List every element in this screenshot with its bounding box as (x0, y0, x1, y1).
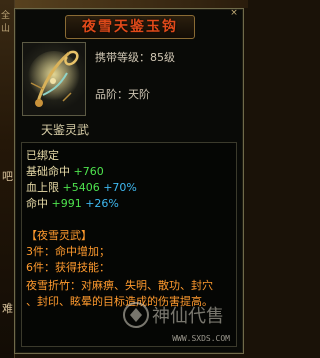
stat-value: +760 (73, 165, 104, 178)
stat-percent: +70% (103, 181, 137, 194)
set-bonus-3: 3件：命中增加； (26, 245, 110, 258)
set-name-header: 天鉴灵武 (41, 123, 90, 137)
stat-label: 血上限 (26, 181, 59, 194)
close-icon[interactable]: × (229, 9, 239, 18)
set-title: 【夜雪灵武】 (26, 229, 92, 242)
background-fragment-top: 全 山 (1, 11, 11, 34)
stat-row-hit: 命中 +991 +26% (26, 195, 119, 211)
stat-percent: +26% (85, 197, 119, 210)
watermark-url: WWW.SXDS.COM (172, 334, 230, 343)
stat-value: +991 (51, 197, 82, 210)
set-bonus-6: 6件：获得技能： (26, 261, 110, 274)
stat-label: 基础命中 (26, 165, 70, 178)
item-icon-frame (22, 42, 86, 116)
stats-block: 已绑定 基础命中 +760 血上限 +5406 +70% 命中 +991 +26… (21, 142, 237, 347)
game-background-left: 全 山 吧 难 (0, 0, 15, 358)
stat-label: 命中 (26, 197, 48, 210)
stat-row-hp: 血上限 +5406 +70% (26, 179, 137, 195)
game-top-bar (0, 0, 248, 8)
carry-level: 携带等级：85级 (95, 51, 175, 64)
stat-value: +5406 (62, 181, 100, 194)
stat-row-base-hit: 基础命中 +760 (26, 163, 104, 179)
watermark-logo-text: 神仙代售 (152, 306, 224, 327)
background-fragment-mid: 吧 (2, 170, 13, 183)
item-title: 夜雪天鉴玉钩 (65, 15, 195, 39)
jade-hook-weapon-icon (28, 50, 80, 107)
background-fragment-low: 难 (2, 302, 13, 315)
item-tooltip: × 夜雪天鉴玉钩 携带等级：85级 品阶：天阶 天鉴灵武 已绑定 基础命中 +7… (14, 8, 244, 354)
bound-status: 已绑定 (26, 149, 59, 162)
skill-desc-line-1: 夜雪折竹：对麻痹、失明、散功、封穴 (26, 279, 213, 292)
item-grade: 品阶：天阶 (95, 88, 150, 101)
watermark-logo: 神仙代售 (123, 302, 224, 328)
